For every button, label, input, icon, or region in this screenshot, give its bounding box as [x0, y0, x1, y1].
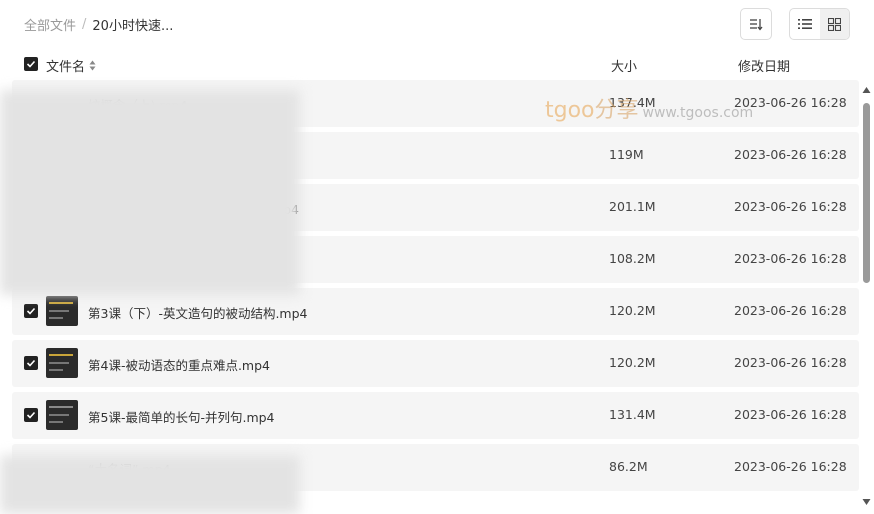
check-icon — [26, 60, 36, 68]
breadcrumb-separator: / — [82, 17, 87, 32]
file-size: 131.4M — [609, 407, 656, 422]
breadcrumb-root[interactable]: 全部文件 — [24, 15, 76, 34]
video-thumbnail — [46, 348, 78, 378]
view-toggle — [789, 8, 850, 40]
sort-icon — [750, 19, 763, 31]
scroll-up-arrow-icon[interactable] — [862, 86, 871, 94]
table-header: 文件名 大小 修改日期 — [0, 50, 874, 78]
privacy-blur — [0, 455, 300, 514]
video-thumbnail — [46, 296, 78, 326]
select-all-checkbox[interactable] — [24, 57, 38, 71]
watermark-share: 分享 — [594, 98, 639, 123]
watermark-brand: tgoo — [545, 98, 595, 123]
list-view-icon — [797, 19, 812, 29]
grid-view-icon — [827, 17, 841, 31]
table-row[interactable]: 第3课（下）-英文造句的被动结构.mp4 120.2M 2023-06-26 16:… — [12, 288, 859, 335]
file-modified-date: 2023-06-26 16:28 — [734, 147, 847, 162]
watermark-url: www.tgoos.com — [642, 105, 754, 121]
top-bar: 全部文件 / 20小时快速... — [0, 0, 874, 48]
row-checkbox[interactable] — [24, 356, 38, 370]
watermark: tgoo分享 www.tgoos.com — [545, 92, 753, 124]
file-name[interactable]: 第4课-被动语态的重点难点.mp4 — [88, 355, 270, 374]
row-checkbox[interactable] — [24, 408, 38, 422]
file-size: 108.2M — [609, 251, 656, 266]
check-icon — [26, 307, 36, 315]
file-size: 120.2M — [609, 303, 656, 318]
grid-view-button[interactable] — [819, 9, 849, 39]
file-modified-date: 2023-06-26 16:28 — [734, 199, 847, 214]
check-icon — [26, 359, 36, 367]
privacy-blur — [0, 90, 300, 295]
file-modified-date: 2023-06-26 16:28 — [734, 407, 847, 422]
file-modified-date: 2023-06-26 16:28 — [734, 459, 847, 474]
file-modified-date: 2023-06-26 16:28 — [734, 251, 847, 266]
scrollbar-thumb[interactable] — [863, 103, 870, 283]
breadcrumb-current: 20小时快速... — [92, 19, 174, 34]
file-modified-date: 2023-06-26 16:28 — [734, 303, 847, 318]
list-view-button[interactable] — [790, 9, 820, 39]
file-name[interactable]: 第5课-最简单的长句-并列句.mp4 — [88, 407, 275, 426]
date-column-header[interactable]: 修改日期 — [738, 56, 790, 75]
file-size: 119M — [609, 147, 644, 162]
file-size: 86.2M — [609, 459, 648, 474]
breadcrumb: 全部文件 / 20小时快速... — [24, 15, 173, 34]
table-row[interactable]: 第4课-被动语态的重点难点.mp4 120.2M 2023-06-26 16:28 — [12, 340, 859, 387]
video-thumbnail — [46, 400, 78, 430]
row-checkbox[interactable] — [24, 304, 38, 318]
name-column-label: 文件名 — [46, 60, 86, 75]
name-column-header[interactable]: 文件名 — [46, 56, 96, 75]
file-size: 120.2M — [609, 355, 656, 370]
file-name[interactable]: 第3课（下）-英文造句的被动结构.mp4 — [88, 303, 308, 322]
size-column-header[interactable]: 大小 — [611, 56, 637, 75]
scroll-down-arrow-icon[interactable] — [862, 498, 871, 506]
check-icon — [26, 411, 36, 419]
file-size: 201.1M — [609, 199, 656, 214]
sort-button[interactable] — [740, 8, 772, 40]
file-modified-date: 2023-06-26 16:28 — [734, 355, 847, 370]
table-row[interactable]: 第5课-最简单的长句-并列句.mp4 131.4M 2023-06-26 16:28 — [12, 392, 859, 439]
sort-toggle-icon — [89, 60, 96, 71]
